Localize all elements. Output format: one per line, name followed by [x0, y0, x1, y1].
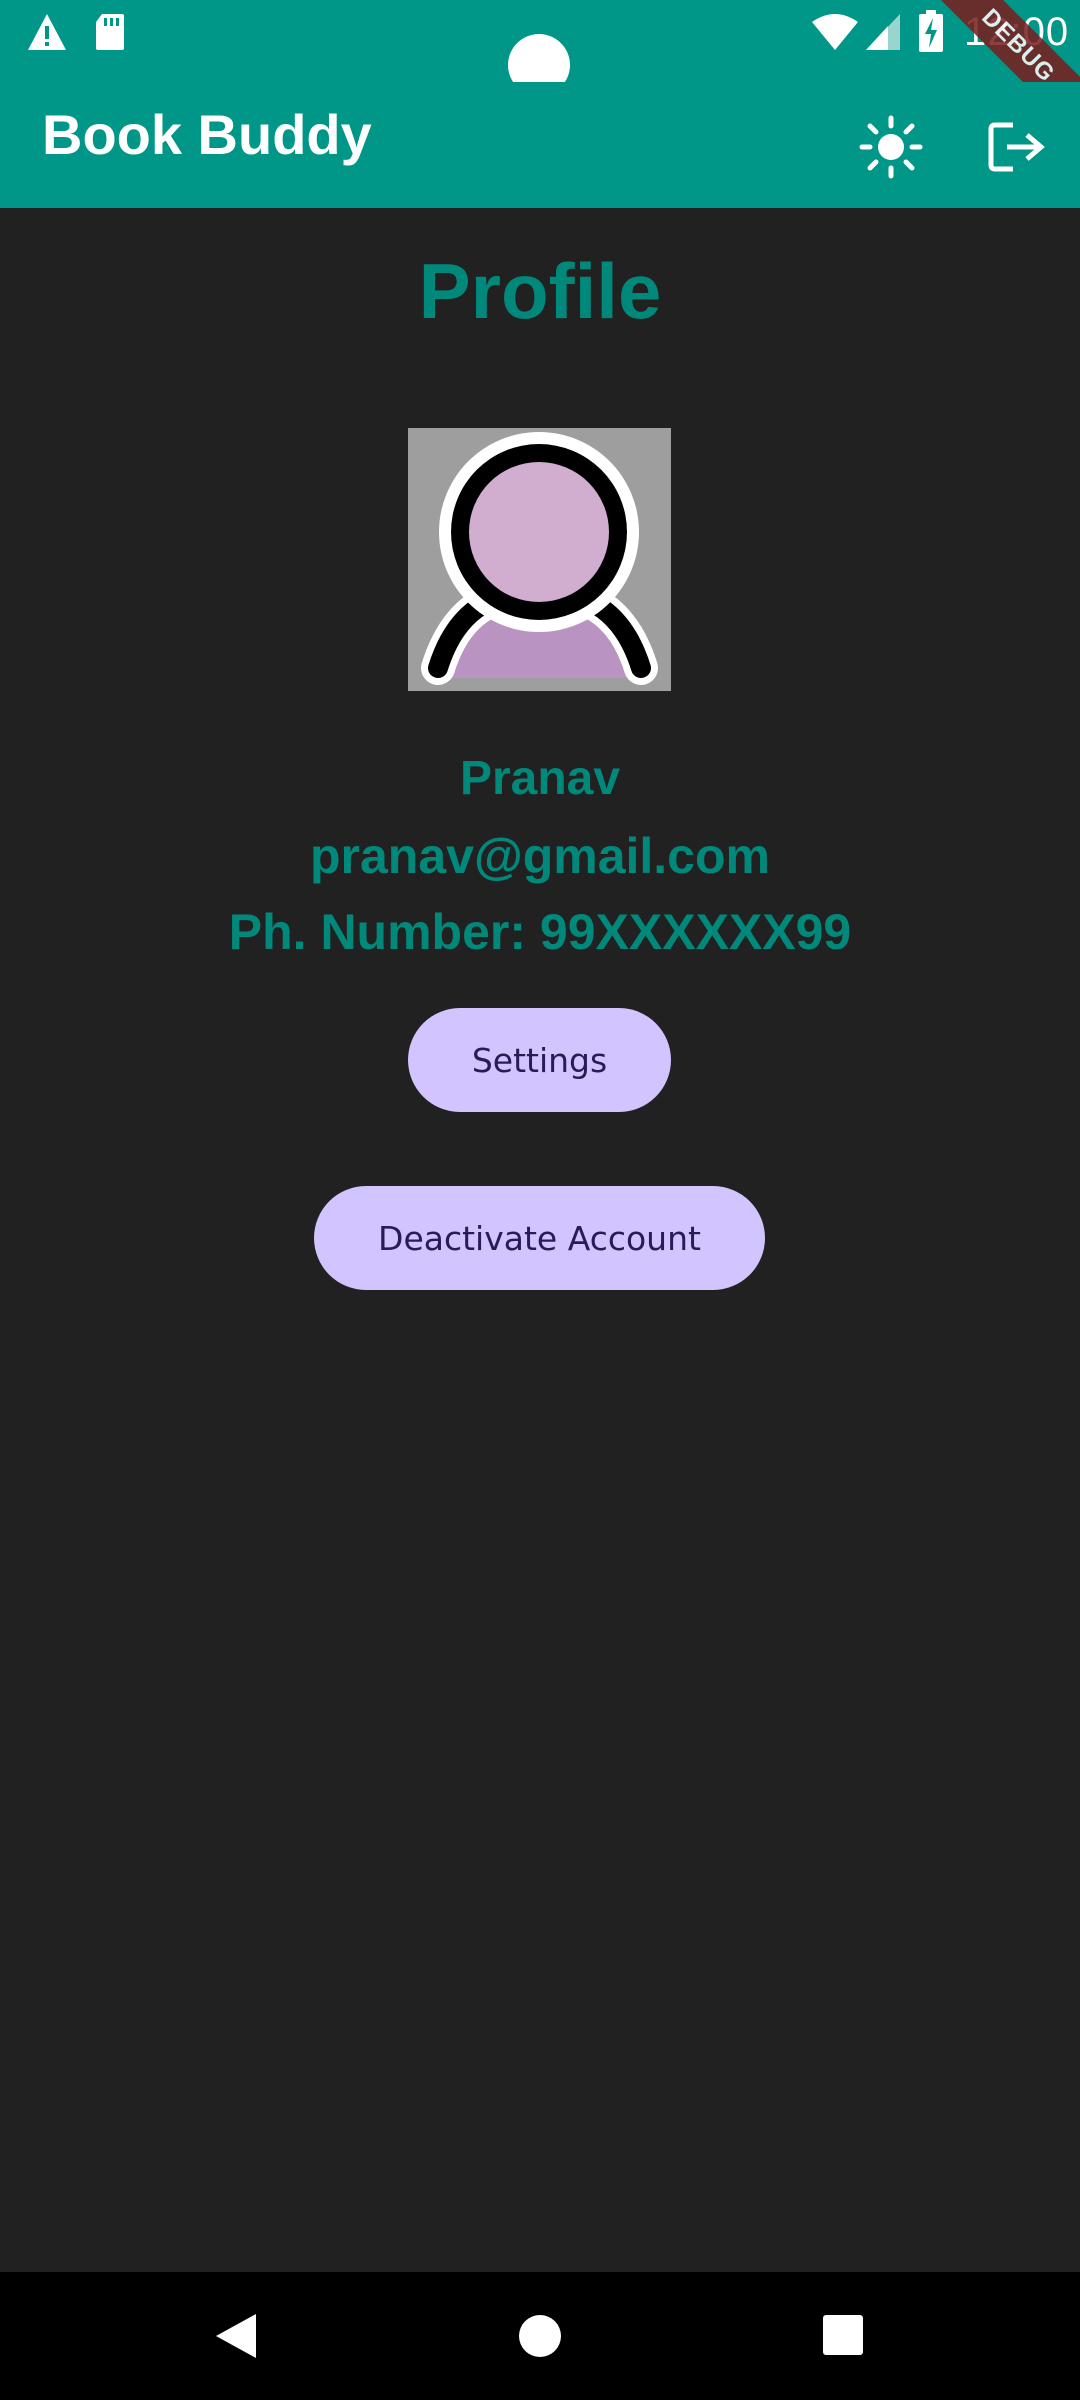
- warning-icon: [28, 14, 66, 50]
- avatar: [408, 428, 671, 691]
- app-title: Book Buddy: [42, 103, 372, 166]
- profile-name: Pranav: [459, 752, 621, 805]
- battery-charging-icon: [919, 10, 943, 52]
- theme-toggle-button[interactable]: [846, 102, 936, 192]
- deactivate-account-button[interactable]: Deactivate Account: [314, 1186, 765, 1290]
- profile-email: pranav@gmail.com: [309, 828, 770, 884]
- brightness-icon: [859, 115, 923, 179]
- user-avatar-icon: [421, 432, 658, 685]
- wifi-icon: [812, 14, 858, 50]
- settings-button[interactable]: Settings: [408, 1008, 671, 1112]
- profile-screen: Profile Pranav pranav@gmail.com Ph. Numb…: [0, 208, 1080, 2272]
- recents-icon[interactable]: [822, 2314, 864, 2356]
- status-bar: 12:00 DEBUG: [0, 0, 1080, 147]
- logout-icon: [988, 122, 1045, 172]
- back-icon[interactable]: [214, 2312, 258, 2360]
- system-nav-bar: [0, 2272, 1080, 2400]
- profile-phone: Ph. Number: 99XXXXXX99: [228, 904, 852, 960]
- sd-card-icon: [96, 14, 124, 50]
- app-bar: Book Buddy: [0, 82, 1080, 208]
- page-title: Profile: [418, 247, 662, 335]
- home-icon[interactable]: [518, 2314, 562, 2358]
- cell-signal-icon: [866, 14, 900, 50]
- logout-button[interactable]: [972, 102, 1062, 192]
